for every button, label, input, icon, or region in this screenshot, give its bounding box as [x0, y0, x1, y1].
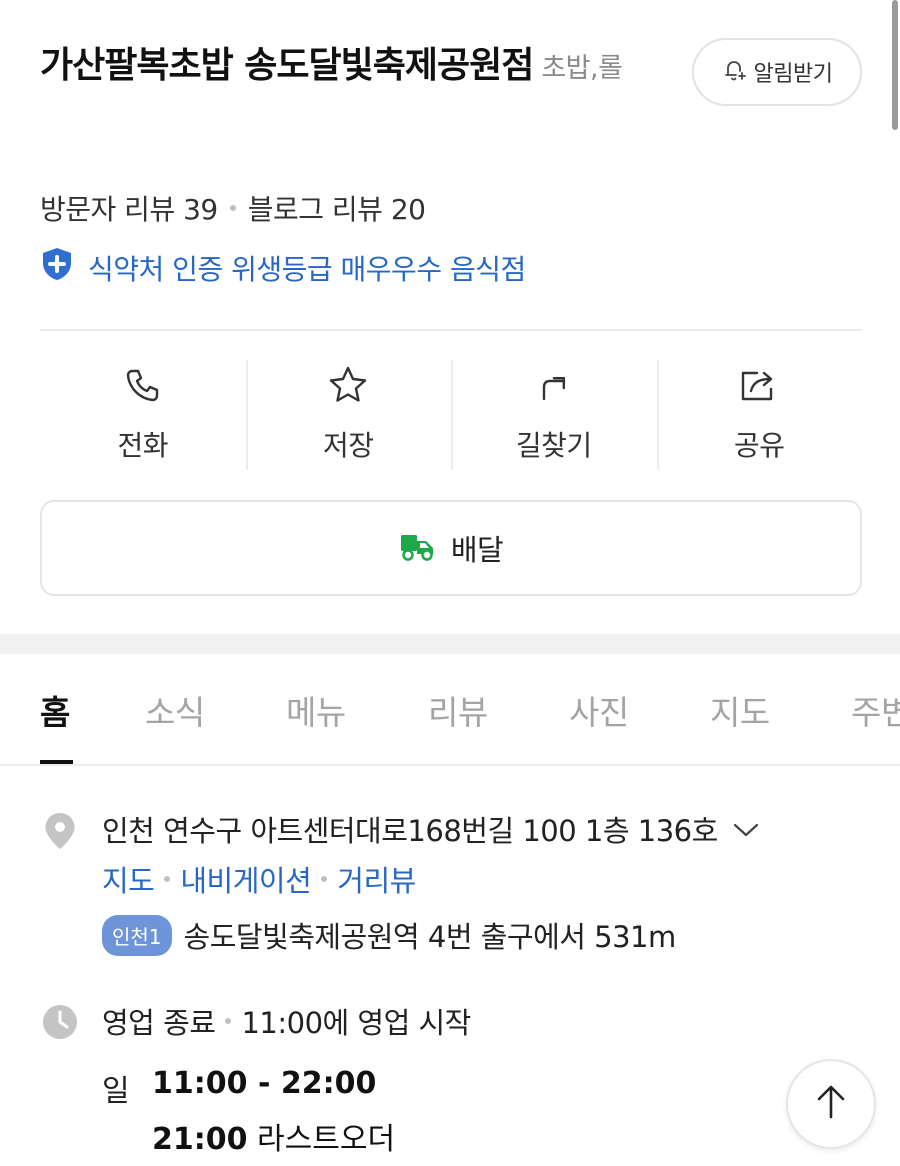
save-button[interactable]: 저장: [245, 360, 452, 470]
subway-line-badge: 인천1: [102, 914, 172, 956]
street-view-link[interactable]: 거리뷰: [337, 858, 416, 900]
blog-review-link[interactable]: 블로그 리뷰 20: [248, 188, 426, 228]
certification-text: 식약처 인증 위생등급 매우우수 음식점: [88, 252, 526, 286]
delivery-label: 배달: [450, 533, 504, 567]
business-status[interactable]: 영업 종료 11:00에 영업 시작: [102, 1000, 471, 1042]
location-pin-icon: [44, 812, 76, 854]
clock-icon: [42, 1004, 78, 1044]
tab-map[interactable]: 지도: [710, 686, 770, 734]
delivery-button[interactable]: 배달: [40, 500, 862, 596]
directions-label: 길찾기: [515, 429, 592, 462]
separator-dot: [164, 876, 171, 882]
directions-icon: [534, 362, 574, 408]
address-text: 인천 연수구 아트센터대로168번길 100 1층 136호: [102, 814, 718, 848]
tab-menu[interactable]: 메뉴: [286, 686, 346, 734]
divider: [40, 329, 862, 331]
shield-plus-icon: [40, 246, 74, 289]
share-label: 공유: [733, 429, 785, 462]
call-button[interactable]: 전화: [40, 360, 246, 470]
map-link[interactable]: 지도: [102, 858, 155, 900]
place-category: 초밥,롤: [541, 53, 623, 84]
alarm-button[interactable]: 알림받기: [692, 38, 862, 106]
tab-photos[interactable]: 사진: [569, 686, 629, 734]
last-order-label: 라스트오더: [257, 1122, 396, 1157]
tab-reviews[interactable]: 리뷰: [428, 686, 488, 734]
status-text: 영업 종료: [102, 1006, 216, 1040]
hygiene-certification[interactable]: 식약처 인증 위생등급 매우우수 음식점: [40, 246, 526, 289]
subway-info: 인천1 송도달빛축제공원역 4번 출구에서 531m: [102, 914, 676, 956]
visitor-review-link[interactable]: 방문자 리뷰 39: [40, 188, 218, 228]
separator-dot: [225, 1018, 232, 1024]
tab-home[interactable]: 홈: [40, 686, 70, 734]
subway-distance-text: 송도달빛축제공원역 4번 출구에서 531m: [183, 920, 677, 954]
star-icon: [327, 362, 369, 408]
directions-button[interactable]: 길찾기: [451, 360, 657, 470]
last-order-time: 21:00: [152, 1122, 248, 1157]
place-name: 가산팔복초밥 송도달빛축제공원점: [40, 45, 534, 86]
next-open-text: 11:00에 영업 시작: [241, 1006, 471, 1040]
separator-dot: [321, 876, 328, 882]
save-label: 저장: [322, 429, 374, 462]
review-summary: 방문자 리뷰 39 블로그 리뷰 20: [40, 188, 426, 228]
section-separator: [0, 634, 900, 654]
tab-news[interactable]: 소식: [145, 686, 205, 734]
alarm-button-label: 알림받기: [753, 62, 833, 87]
call-label: 전화: [117, 429, 169, 462]
active-tab-indicator: [40, 760, 73, 764]
tab-nearby[interactable]: 주변: [851, 686, 900, 734]
bell-plus-icon: [722, 57, 748, 87]
scroll-to-top-button[interactable]: [786, 1059, 876, 1149]
scrollbar[interactable]: [892, 0, 898, 130]
action-bar: 전화 저장 길찾기 공유: [40, 360, 862, 470]
place-header: 가산팔복초밥 송도달빛축제공원점 초밥,롤: [40, 36, 660, 99]
share-icon: [737, 362, 781, 408]
navigation-link[interactable]: 내비게이션: [180, 858, 311, 900]
address-links: 지도 내비게이션 거리뷰: [102, 858, 416, 900]
delivery-truck-icon: [399, 529, 437, 567]
chevron-down-icon[interactable]: [732, 812, 760, 846]
separator-dot: [229, 205, 236, 211]
last-order: 21:00 라스트오더: [152, 1114, 395, 1158]
address-row[interactable]: 인천 연수구 아트센터대로168번길 100 1층 136호: [102, 808, 760, 850]
share-button[interactable]: 공유: [656, 360, 863, 470]
hours-day: 일: [102, 1074, 130, 1109]
tab-bar: 홈 소식 메뉴 리뷰 사진 지도 주변: [0, 654, 900, 766]
hours-time: 11:00 - 22:00: [152, 1066, 377, 1101]
arrow-up-icon: [814, 1083, 848, 1125]
phone-icon: [123, 362, 163, 408]
place-title: 가산팔복초밥 송도달빛축제공원점 초밥,롤: [40, 36, 660, 99]
